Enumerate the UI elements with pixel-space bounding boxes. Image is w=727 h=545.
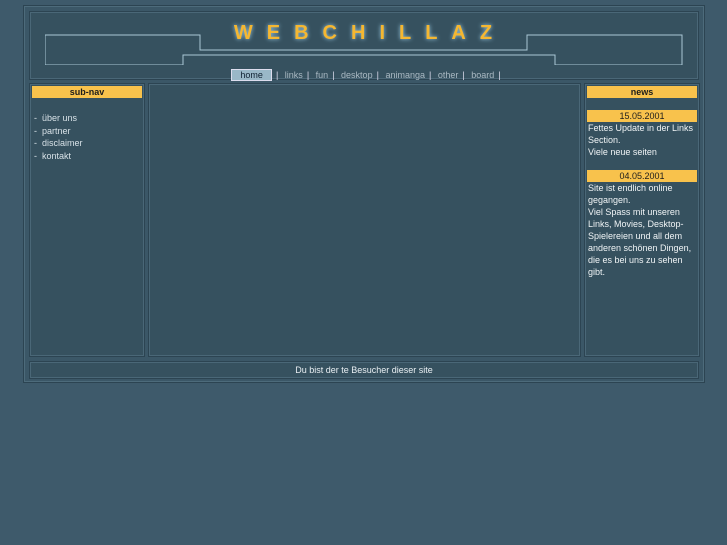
subnav-item-kontakt[interactable]: - kontakt: [34, 150, 144, 163]
news-line: Fettes Update in der Links: [588, 123, 694, 133]
nav-other[interactable]: other: [438, 70, 459, 80]
page-frame: WEBCHILLAZ home | links | fun | desktop | an…: [23, 5, 705, 383]
nav-board[interactable]: board: [471, 70, 494, 80]
news-line: Viele neue seiten: [588, 147, 657, 157]
news-date: 15.05.2001: [587, 110, 697, 122]
news-line: Site ist endlich online: [588, 183, 673, 193]
site-logo: WEBCHILLAZ: [233, 22, 507, 44]
news-line: Section.: [588, 135, 621, 145]
nav-links[interactable]: links: [285, 70, 303, 80]
nav-fun[interactable]: fun: [316, 70, 329, 80]
footer: Du bist der te Besucher dieser site: [29, 361, 699, 379]
news-title: news: [587, 86, 697, 98]
nav-desktop[interactable]: desktop: [341, 70, 373, 80]
news-line: Viel Spass mit unseren: [588, 207, 680, 217]
subnav-item-disclaimer[interactable]: - disclaimer: [34, 137, 144, 150]
news-line: Links, Movies, Desktop-: [588, 219, 684, 229]
nav-home[interactable]: home: [231, 69, 272, 81]
news-panel: news 15.05.2001 Fettes Update in der Lin…: [584, 83, 700, 357]
subnav-label[interactable]: kontakt: [42, 151, 71, 161]
news-line: gegangen.: [588, 195, 631, 205]
subnav-title: sub-nav: [32, 86, 142, 98]
main-nav: home | links | fun | desktop | animanga | oth…: [30, 69, 698, 81]
content-panel: [148, 83, 581, 357]
subnav-item-ueber-uns[interactable]: - über uns: [34, 112, 144, 125]
news-line: die es bei uns zu sehen gibt.: [588, 255, 683, 277]
news-line: anderen schönen Dingen,: [588, 243, 692, 253]
nav-animanga[interactable]: animanga: [385, 70, 425, 80]
news-date: 04.05.2001: [587, 170, 697, 182]
news-line: Spielereien und all dem: [588, 231, 683, 241]
subnav-label[interactable]: disclaimer: [42, 138, 83, 148]
subnav-panel: sub-nav - über uns - partner - disclaime…: [29, 83, 145, 357]
subnav-label[interactable]: über uns: [42, 113, 77, 123]
subnav-label[interactable]: partner: [42, 126, 71, 136]
subnav-item-partner[interactable]: - partner: [34, 125, 144, 138]
header: WEBCHILLAZ home | links | fun | desktop | an…: [29, 11, 699, 81]
